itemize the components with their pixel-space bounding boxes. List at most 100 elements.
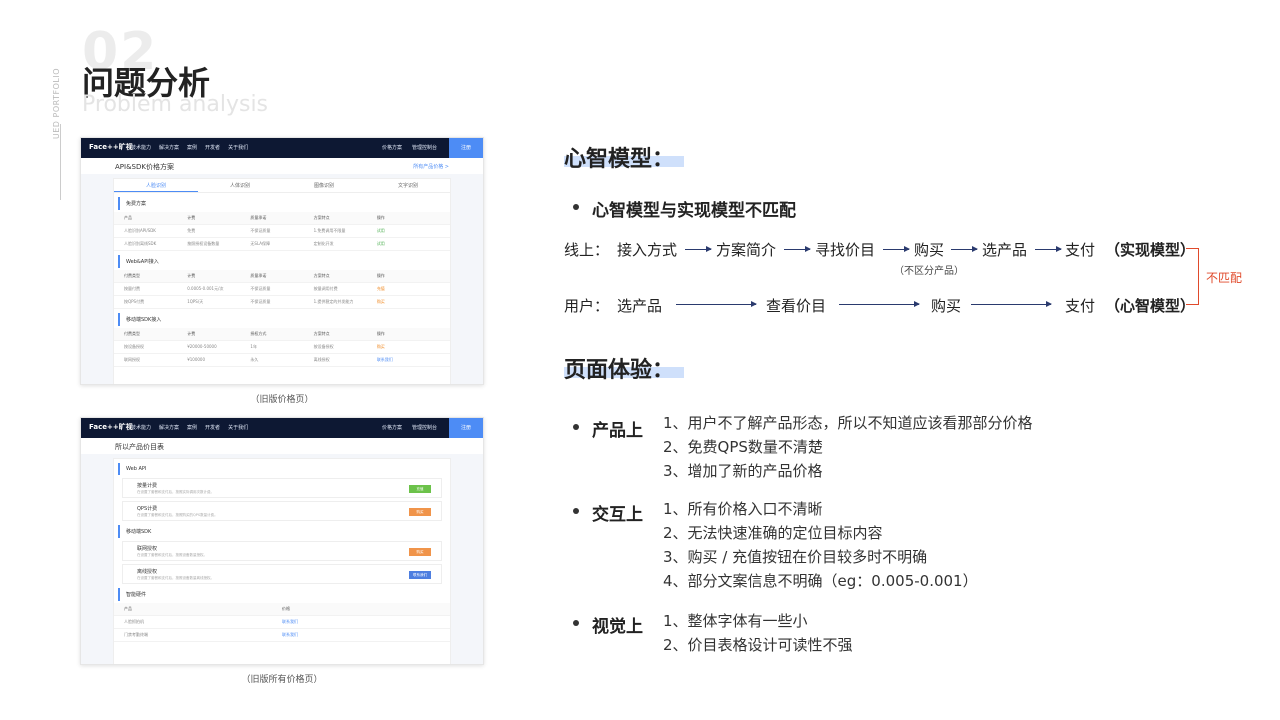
td: ¥20000-50000 — [187, 344, 217, 349]
table-header: 付费类型 计费 授权方式 方案特点 操作 — [114, 328, 450, 341]
section-web-api: Web&API接入 付费类型 计费 质量承诺 方案特点 操作 按量付费 0.0005-0.… — [114, 255, 450, 309]
th: 计费 — [187, 331, 196, 336]
td: 1年 — [250, 344, 257, 349]
pricing-page-title: API&SDK价格方案 — [115, 163, 174, 171]
flow-step: 购买 — [914, 241, 945, 259]
card-title: 联网授权 — [137, 546, 158, 552]
price-card: QPS计费 在设置了套餐和支付后，按照购买的QPS数量计费。 购买 — [122, 501, 442, 521]
side-divider — [60, 124, 61, 200]
td: 定制化开发 — [313, 241, 334, 246]
register-button[interactable]: 注册 — [449, 138, 483, 158]
table-row: 按量付费 0.0005-0.001元/次 不保证质量 按量调用付费 充值 — [114, 283, 450, 296]
bullet-dot — [573, 620, 579, 626]
nav-item[interactable]: 案例 — [187, 425, 197, 431]
contact-button[interactable]: 联系我们 — [409, 571, 431, 579]
main-nav: 技术能力 解决方案 案例 开发者 关于我们 — [131, 424, 256, 431]
section-title: 免费方案 — [118, 197, 446, 210]
mismatch-point: 心智模型与实现模型不匹配 — [592, 201, 796, 221]
nav-item[interactable]: 开发者 — [205, 145, 220, 151]
tab-image[interactable]: 图像识别 — [282, 179, 366, 192]
contact-link[interactable]: 联系我们 — [377, 357, 440, 363]
flow-arrow — [1035, 246, 1062, 252]
td: 离线授权 — [313, 357, 330, 362]
product-tabs: 人脸识别 人体识别 图像识别 文字识别 — [114, 179, 450, 193]
section-title: 移动端SDK接入 — [118, 313, 446, 326]
td: 免费 — [187, 228, 196, 233]
flow-step: 选产品 — [982, 241, 1028, 259]
recharge-button[interactable]: 充值 — [409, 485, 431, 493]
nav-item[interactable]: 开发者 — [205, 425, 220, 431]
pricing-link[interactable]: 价格方案 — [382, 145, 402, 151]
th: 质量承诺 — [250, 215, 267, 220]
nav-item[interactable]: 解决方案 — [159, 145, 179, 151]
pricing-link[interactable]: 价格方案 — [382, 425, 402, 431]
nav-item[interactable]: 技术能力 — [131, 145, 151, 151]
flow-arrow — [685, 246, 712, 252]
recharge-link[interactable]: 充值 — [377, 286, 440, 292]
section-free: 免费方案 产品 计费 质量承诺 方案特点 操作 人脸识别API/SDK 免费 不保证质量 1.… — [114, 197, 450, 251]
flow-step: 寻找价目 — [815, 241, 876, 259]
flow-step: 支付 — [1065, 241, 1096, 259]
nav-item[interactable]: 解决方案 — [159, 425, 179, 431]
flow-arrow — [951, 246, 978, 252]
page-experience-title: 页面体验： — [564, 358, 675, 383]
flow-step: 查看价目 — [766, 297, 827, 315]
list-item: 2、无法快速准确的定位目标内容 — [663, 524, 883, 542]
td: 按设备授权 — [124, 344, 144, 349]
tab-text[interactable]: 文字识别 — [366, 179, 450, 192]
th: 质量承诺 — [250, 273, 267, 278]
tab-face[interactable]: 人脸识别 — [114, 179, 198, 192]
flow-step: 选产品 — [617, 297, 663, 315]
group-label: 视觉上 — [592, 617, 643, 637]
flow-step: 支付 — [1065, 297, 1096, 315]
card-desc: 在设置了套餐和支付后，按照购买的QPS数量计费。 — [137, 513, 218, 517]
brand-logo: Face++旷视 — [89, 143, 133, 151]
table-row: 人脸识别离线SDK 按照授权设备数量 无SLA保障 定制化开发 试用 — [114, 238, 450, 251]
table-row: 人脸抓拍机 联系我们 — [114, 616, 450, 629]
trial-link[interactable]: 试用 — [377, 228, 440, 234]
td: 人脸抓拍机 — [124, 619, 144, 624]
th: 付费类型 — [124, 331, 140, 336]
bullet-dot — [573, 424, 579, 430]
flow-arrow — [839, 301, 920, 307]
nav-item[interactable]: 关于我们 — [228, 425, 248, 431]
all-prices-link[interactable]: 所有产品价格 > — [413, 163, 449, 170]
card-title: 按量计费 — [137, 483, 158, 489]
nav-item[interactable]: 案例 — [187, 145, 197, 151]
list-item: 3、增加了新的产品价格 — [663, 462, 823, 480]
console-link[interactable]: 管理控制台 — [412, 425, 437, 431]
contact-link[interactable]: 联系我们 — [282, 632, 440, 638]
register-button[interactable]: 注册 — [449, 418, 483, 438]
table-header: 付费类型 计费 质量承诺 方案特点 操作 — [114, 270, 450, 283]
buy-button[interactable]: 购买 — [409, 548, 431, 556]
th: 方案特点 — [313, 331, 330, 336]
td: 按设备授权 — [313, 344, 334, 349]
th: 授权方式 — [250, 331, 267, 336]
buy-button[interactable]: 购买 — [409, 508, 431, 516]
flow-note: （不区分产品） — [894, 266, 964, 277]
brand-logo: Face++旷视 — [89, 423, 133, 431]
section-title: 智能硬件 — [118, 588, 446, 601]
section-title: Web API — [118, 463, 446, 475]
nav-item[interactable]: 关于我们 — [228, 145, 248, 151]
card-desc: 在设置了套餐和支付后，按照设备数量离线授权。 — [137, 576, 214, 580]
buy-link[interactable]: 购买 — [377, 344, 440, 350]
nav-right: 价格方案 管理控制台 — [372, 144, 437, 151]
th: 操作 — [376, 273, 385, 278]
mental-model-label: （心智模型） — [1105, 297, 1196, 315]
trial-link[interactable]: 试用 — [377, 241, 440, 247]
section-title: 移动端SDK — [118, 525, 446, 538]
td: 按量调用付费 — [313, 286, 338, 291]
contact-link[interactable]: 联系我们 — [282, 619, 440, 625]
nav-item[interactable]: 技术能力 — [131, 425, 151, 431]
list-item: 2、免费QPS数量不清楚 — [663, 438, 823, 456]
price-list-panel: Web API 按量计费 在设置了套餐和支付后，按照实际调用次数计费。 充值 Q… — [113, 458, 451, 664]
td: 无SLA保障 — [250, 241, 271, 246]
buy-link[interactable]: 购买 — [377, 299, 440, 305]
td: 人脸识别离线SDK — [124, 241, 157, 246]
console-link[interactable]: 管理控制台 — [412, 145, 437, 151]
group-items: 1、用户不了解产品形态，所以不知道应该看那部分价格 2、免费QPS数量不清楚 3… — [663, 411, 1033, 483]
tab-body[interactable]: 人体识别 — [198, 179, 282, 192]
td: 不保证质量 — [250, 299, 271, 304]
table-row: 按设备授权 ¥20000-50000 1年 按设备授权 购买 — [114, 341, 450, 354]
